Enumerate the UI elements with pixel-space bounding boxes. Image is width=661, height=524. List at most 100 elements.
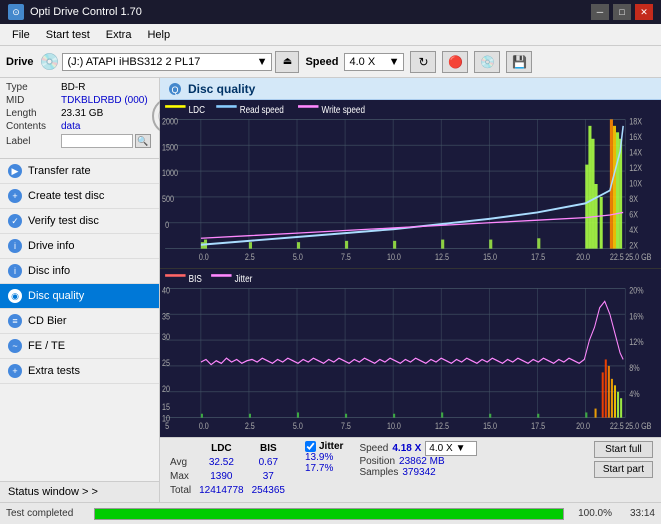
svg-text:5.0: 5.0 xyxy=(293,421,303,431)
sidebar-item-drive-info[interactable]: i Drive info xyxy=(0,234,159,259)
svg-text:0: 0 xyxy=(165,220,169,230)
disc-header: Type BD-R MID TDKBLDRBD (000) Length 23.… xyxy=(6,82,153,150)
disc-color-button[interactable]: 🔴 xyxy=(442,51,468,73)
maximize-button[interactable]: □ xyxy=(613,4,631,20)
menu-start-test[interactable]: Start test xyxy=(38,27,98,43)
stats-table: LDC BIS Avg 32.52 0.67 Max 1390 37 Tot xyxy=(168,441,293,499)
drive-label: Drive xyxy=(6,56,34,68)
app-title: Opti Drive Control 1.70 xyxy=(30,6,142,18)
start-full-button[interactable]: Start full xyxy=(594,441,653,458)
charts-area: LDC Read speed Write speed xyxy=(160,100,661,437)
sidebar-item-verify-test-disc[interactable]: ✓ Verify test disc xyxy=(0,209,159,234)
app-icon: ⊙ xyxy=(8,4,24,20)
svg-text:16X: 16X xyxy=(629,132,642,142)
max-label: Max xyxy=(170,471,197,483)
disc-image-button[interactable]: 💿 xyxy=(474,51,500,73)
length-label: Length xyxy=(6,108,61,119)
menu-bar: File Start test Extra Help xyxy=(0,24,661,46)
sidebar-item-transfer-rate[interactable]: ▶ Transfer rate xyxy=(0,159,159,184)
svg-text:Jitter: Jitter xyxy=(235,273,253,284)
samples-value: 379342 xyxy=(402,467,435,478)
jitter-max-row: 17.7% xyxy=(305,463,343,474)
drive-dropdown-value: (J:) ATAPI iHBS312 2 PL17 xyxy=(67,56,200,68)
position-value: 23862 MB xyxy=(399,456,445,467)
svg-text:25.0 GB: 25.0 GB xyxy=(625,421,651,431)
svg-text:1500: 1500 xyxy=(162,143,178,153)
stats-empty-label xyxy=(170,443,197,455)
svg-text:30: 30 xyxy=(162,332,170,342)
status-window-label: Status window > > xyxy=(8,486,98,498)
speed-col-label: Speed xyxy=(359,443,388,454)
sidebar-item-disc-info[interactable]: i Disc info xyxy=(0,259,159,284)
svg-text:12X: 12X xyxy=(629,163,642,173)
disc-quality-title: Disc quality xyxy=(188,82,255,96)
bottom-status-bar: Test completed 100.0% 33:14 xyxy=(0,502,661,524)
menu-file[interactable]: File xyxy=(4,27,38,43)
close-button[interactable]: ✕ xyxy=(635,4,653,20)
minimize-button[interactable]: ─ xyxy=(591,4,609,20)
contents-label: Contents xyxy=(6,121,61,132)
speed-chevron-icon: ▼ xyxy=(389,56,400,68)
position-label: Position xyxy=(359,456,395,467)
cd-bier-label: CD Bier xyxy=(28,315,67,327)
svg-text:20: 20 xyxy=(162,384,170,394)
speed-label: Speed xyxy=(305,56,338,68)
sidebar-item-disc-quality[interactable]: ◉ Disc quality xyxy=(0,284,159,309)
jitter-checkbox[interactable] xyxy=(305,441,316,452)
jitter-avg-value: 13.9% xyxy=(305,452,333,463)
svg-text:2X: 2X xyxy=(629,241,638,251)
contents-value: data xyxy=(61,121,80,132)
max-bis: 37 xyxy=(252,471,291,483)
speed-select-dropdown[interactable]: 4.0 X ▼ xyxy=(425,441,477,456)
speed-dropdown-value: 4.0 X xyxy=(429,443,452,454)
speed-dropdown[interactable]: 4.0 X ▼ xyxy=(344,53,404,71)
label-search-button[interactable]: 🔍 xyxy=(135,134,151,148)
sidebar-item-extra-tests[interactable]: + Extra tests xyxy=(0,359,159,384)
disc-info-label: Disc info xyxy=(28,265,70,277)
svg-text:15.0: 15.0 xyxy=(483,421,497,431)
bottom-chart-svg: BIS Jitter xyxy=(160,269,661,437)
start-part-button[interactable]: Start part xyxy=(594,461,653,478)
total-label: Total xyxy=(170,485,197,497)
disc-quality-header: Q Disc quality xyxy=(160,78,661,100)
jitter-avg-row: 13.9% xyxy=(305,452,343,463)
svg-text:6X: 6X xyxy=(629,210,638,220)
fe-te-label: FE / TE xyxy=(28,340,65,352)
bottom-chart-container: BIS Jitter xyxy=(160,269,661,437)
menu-extra[interactable]: Extra xyxy=(98,27,140,43)
save-button[interactable]: 💾 xyxy=(506,51,532,73)
jitter-header-row: Jitter xyxy=(305,441,343,452)
sidebar-item-fe-te[interactable]: ~ FE / TE xyxy=(0,334,159,359)
disc-label-row: Label 🔍 xyxy=(6,134,151,148)
disc-quality-label: Disc quality xyxy=(28,290,84,302)
disc-quality-icon: ◉ xyxy=(8,289,22,303)
svg-text:22.5: 22.5 xyxy=(610,252,624,262)
svg-text:20.0: 20.0 xyxy=(576,421,590,431)
progress-bar-container xyxy=(94,508,564,520)
avg-label: Avg xyxy=(170,457,197,469)
eject-button[interactable]: ⏏ xyxy=(275,51,299,73)
svg-text:20.0: 20.0 xyxy=(576,252,590,262)
sidebar-item-create-test-disc[interactable]: + Create test disc xyxy=(0,184,159,209)
top-chart-container: LDC Read speed Write speed xyxy=(160,100,661,269)
svg-text:8X: 8X xyxy=(629,194,638,204)
disc-label-input[interactable] xyxy=(61,134,133,148)
speed-dropdown-chevron: ▼ xyxy=(456,443,466,454)
drive-dropdown[interactable]: (J:) ATAPI iHBS312 2 PL17 ▼ xyxy=(62,53,272,71)
sidebar: Type BD-R MID TDKBLDRBD (000) Length 23.… xyxy=(0,78,160,502)
total-bis: 254365 xyxy=(252,485,291,497)
main-area: Drive 💿 (J:) ATAPI iHBS312 2 PL17 ▼ ⏏ Sp… xyxy=(0,46,661,524)
status-window-button[interactable]: Status window > > xyxy=(0,481,159,502)
svg-text:40: 40 xyxy=(162,286,170,296)
svg-text:16%: 16% xyxy=(629,312,643,322)
menu-help[interactable]: Help xyxy=(139,27,178,43)
sidebar-item-cd-bier[interactable]: ≡ CD Bier xyxy=(0,309,159,334)
svg-text:4X: 4X xyxy=(629,225,638,235)
disc-quality-header-icon: Q xyxy=(168,82,182,96)
refresh-button[interactable]: ↻ xyxy=(410,51,436,73)
type-value: BD-R xyxy=(61,82,85,93)
content-area: Type BD-R MID TDKBLDRBD (000) Length 23.… xyxy=(0,78,661,502)
extra-tests-label: Extra tests xyxy=(28,365,80,377)
svg-text:7.5: 7.5 xyxy=(341,421,351,431)
svg-text:0.0: 0.0 xyxy=(199,252,209,262)
